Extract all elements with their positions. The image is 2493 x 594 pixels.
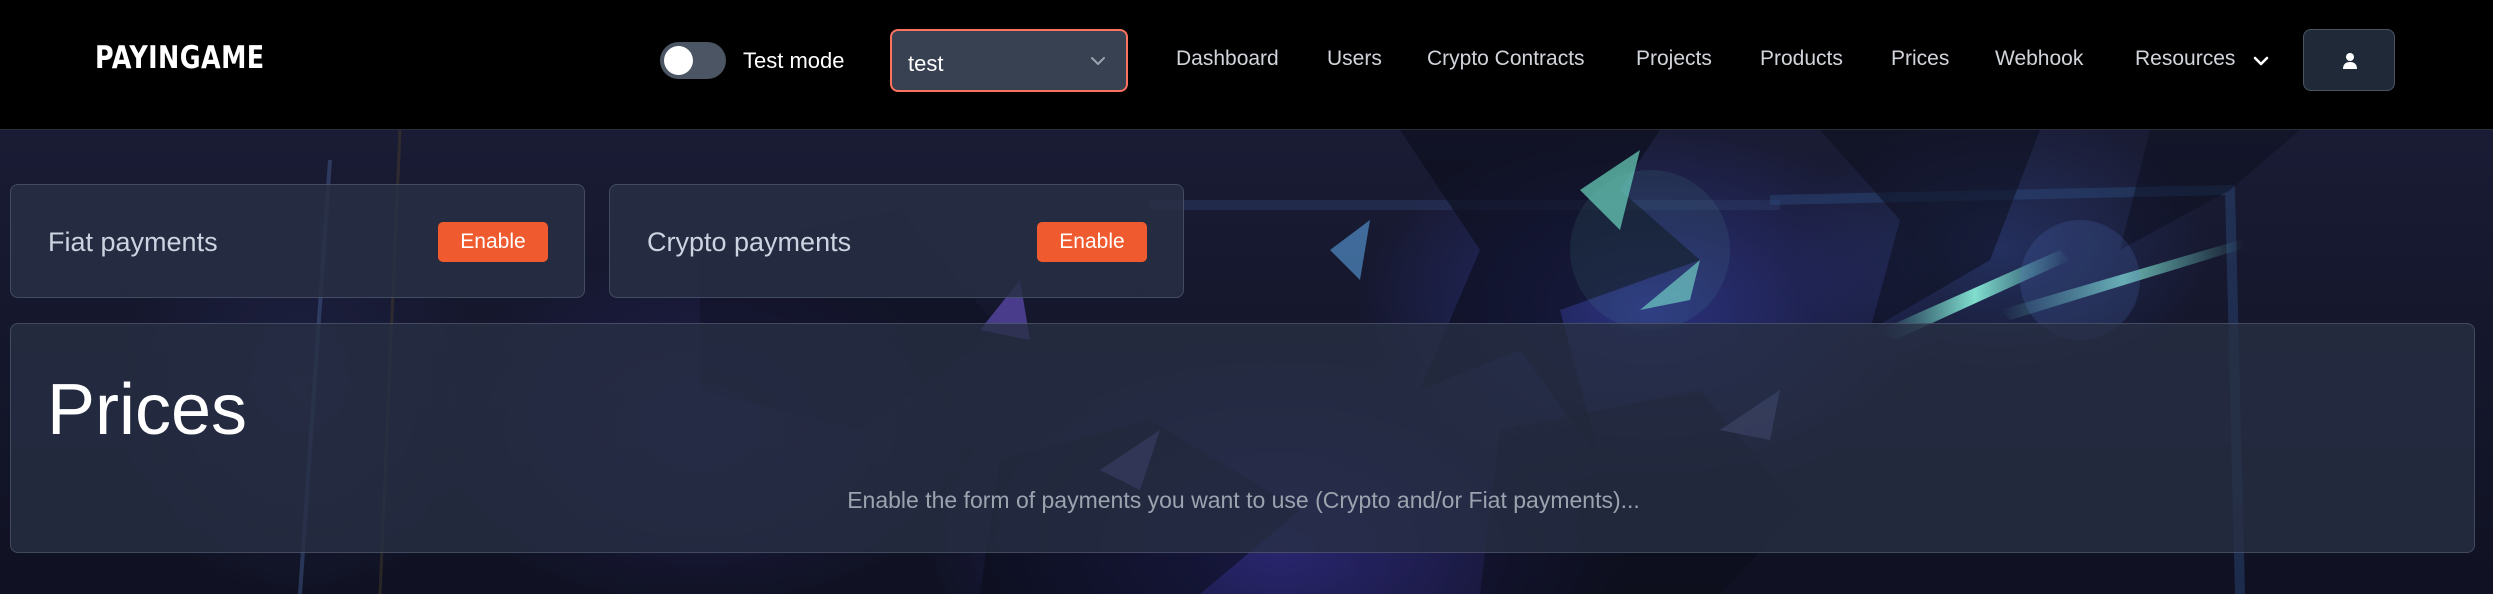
nav-prices[interactable]: Prices [1891,47,1949,71]
nav-dashboard[interactable]: Dashboard [1176,47,1279,71]
toggle-knob [664,46,693,75]
chevron-down-icon [1091,57,1105,65]
test-mode-label: Test mode [743,48,845,73]
page-title: Prices [47,370,248,450]
fiat-payments-card: Fiat payments Enable [10,184,585,298]
project-select-value: test [908,51,944,76]
brand-logo[interactable]: PAYINGAME [95,40,265,76]
top-navbar: PAYINGAME Test mode test Dashboard Users… [0,0,2493,130]
nav-products[interactable]: Products [1760,47,1843,71]
nav-projects[interactable]: Projects [1636,47,1712,71]
enable-fiat-button[interactable]: Enable [438,222,548,262]
enable-crypto-button[interactable]: Enable [1037,222,1147,262]
nav-resources[interactable]: Resources [2135,47,2235,71]
user-menu-button[interactable] [2303,29,2395,91]
test-mode-toggle[interactable] [660,42,726,79]
user-icon [2343,53,2357,69]
fiat-payments-title: Fiat payments [48,227,218,257]
empty-state-message: Enable the form of payments you want to … [847,487,1640,513]
nav-crypto-contracts[interactable]: Crypto Contracts [1427,47,1585,71]
nav-users[interactable]: Users [1327,47,1382,71]
crypto-payments-card: Crypto payments Enable [609,184,1184,298]
project-select[interactable]: test [890,29,1128,92]
nav-webhook[interactable]: Webhook [1995,47,2083,71]
crypto-payments-title: Crypto payments [647,227,852,257]
chevron-down-icon[interactable] [2250,50,2272,72]
prices-panel: Prices Enable the form of payments you w… [10,323,2475,553]
